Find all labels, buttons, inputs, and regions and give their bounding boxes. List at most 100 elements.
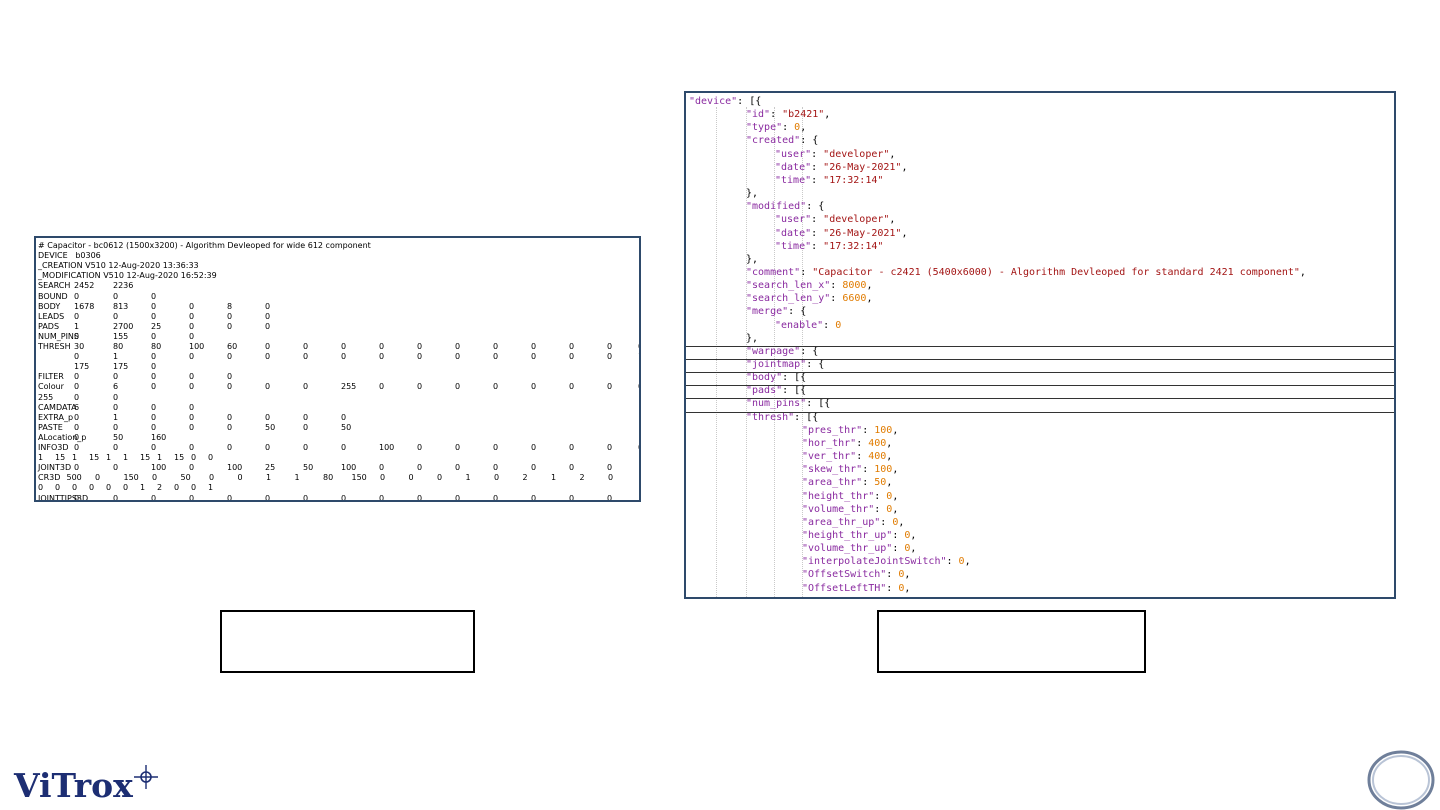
json-punct: , (904, 582, 911, 594)
legacy-field-value: 0 (303, 382, 309, 392)
json-punct: : [{ (806, 398, 831, 410)
legacy-field-value: 0 (494, 473, 500, 483)
legacy-field-value: 100 (341, 463, 357, 473)
legacy-line: PADS 1 2700 25 0 0 0 (38, 322, 638, 332)
legacy-field-value: 2 (522, 473, 528, 483)
legacy-field-value: 0 (341, 493, 347, 502)
legacy-field-value: 0 (151, 291, 157, 301)
json-string: "26-May-2021" (823, 161, 902, 173)
legacy-field-name: BOUND (38, 291, 68, 301)
json-key: "search_len_x" (746, 280, 831, 292)
legacy-field-value: 0 (113, 372, 119, 382)
legacy-line: LEADS 0 0 0 0 0 0 (38, 312, 638, 322)
json-punct: , (904, 569, 911, 581)
json-punct: : (886, 582, 899, 594)
legacy-field-value: 0 (74, 422, 80, 432)
legacy-field-value: 0 (303, 493, 309, 502)
json-line: "device": [{ (689, 95, 761, 108)
json-line: "ver_thr": 400, (802, 450, 892, 463)
legacy-field-value: 0 (72, 483, 78, 493)
json-punct: : [{ (737, 96, 762, 107)
legacy-field-value: 0 (493, 463, 499, 473)
json-line: }, (746, 253, 758, 266)
legacy-line: 255 0 0 (38, 393, 638, 403)
legacy-field-value: 0 (74, 372, 80, 382)
legacy-field-value: 150 (351, 473, 367, 483)
json-key: "time" (775, 240, 812, 252)
legacy-field-value: 0 (379, 352, 385, 362)
circle-emblem-icon (1367, 750, 1435, 810)
json-punct: }, (746, 332, 759, 344)
json-punct: , (892, 424, 899, 436)
json-key: "thresh" (746, 411, 795, 423)
json-key: "area_thr" (802, 477, 863, 489)
legacy-field-value: 0 (227, 372, 233, 382)
json-key: "modified" (746, 201, 807, 213)
legacy-field-value: 0 (227, 321, 233, 331)
legacy-field-value: 0 (227, 382, 233, 392)
legacy-field-value: 0 (607, 382, 613, 392)
legacy-field-value: 0 (74, 443, 80, 452)
json-punct: : [{ (794, 411, 819, 423)
legacy-field-value: 6 (74, 402, 80, 412)
json-key: "area_thr_up" (802, 516, 881, 528)
legacy-line: _MODIFICATION V510 12-Aug-2020 16:52:39 (38, 271, 638, 281)
legacy-text: DEVICE b0306 (38, 251, 101, 261)
legacy-field-value: 0 (151, 301, 157, 311)
json-key: "interpolateJointSwitch" (802, 556, 947, 568)
json-line: "id": "b2421", (746, 108, 830, 121)
json-punct: : (862, 477, 875, 489)
json-punct: : (811, 174, 824, 186)
json-punct: , (910, 529, 917, 541)
legacy-field-name: ALocation_p (38, 432, 87, 442)
legacy-field-value: 0 (189, 463, 195, 473)
legacy-field-value: 1 (72, 453, 78, 463)
legacy-field-value: 1 (113, 352, 119, 362)
legacy-field-value: 0 (380, 473, 386, 483)
legacy-field-value: 0 (638, 382, 639, 392)
json-key: "search_len_y" (746, 293, 831, 305)
legacy-line: SEARCH 2452 2236 (38, 281, 638, 291)
legacy-field-value: 0 (113, 402, 119, 412)
json-punct: : (811, 240, 824, 252)
legacy-recipe-panel: # Capacitor - bc0612 (1500x3200) - Algor… (34, 236, 641, 502)
legacy-field-value: 0 (151, 412, 157, 422)
json-punct: : { (800, 345, 819, 357)
legacy-field-value: 0 (189, 372, 195, 382)
legacy-field-value: 1 (123, 453, 129, 463)
legacy-field-name: THRESH (38, 342, 71, 351)
json-punct: : { (806, 359, 825, 370)
legacy-text: _CREATION V510 12-Aug-2020 13:36:33 (38, 261, 199, 271)
legacy-field-value: 0 (151, 352, 157, 362)
json-string: "developer" (823, 148, 890, 160)
legacy-field-value: 0 (113, 463, 119, 473)
json-punct: : { (806, 201, 825, 213)
json-punct: , (866, 293, 873, 305)
json-punct: : { (788, 306, 807, 318)
legacy-field-value: 0 (189, 382, 195, 392)
legacy-field-value: 0 (151, 443, 157, 452)
json-string: "b2421" (782, 109, 825, 121)
legacy-line: JOINTTIPS3D 0 0 0 0 0 0 0 0 0 0 0 0 0 0 0 (38, 493, 638, 502)
json-punct: : (856, 451, 869, 463)
legacy-field-name: 255 (38, 392, 54, 402)
json-number: 0 (835, 319, 842, 331)
legacy-field-value: 0 (123, 483, 129, 493)
json-key: "ver_thr" (802, 451, 857, 463)
legacy-field-value: 0 (531, 493, 537, 502)
legacy-field-value: 0 (174, 483, 180, 493)
vitrox-logo-text: ViTrox (14, 766, 133, 805)
legacy-line: BODY 1678 813 0 0 8 0 (38, 302, 638, 312)
legacy-field-value: 0 (303, 422, 309, 432)
legacy-field-value: 0 (74, 311, 80, 321)
section-divider (686, 372, 1394, 374)
json-punct: : [{ (782, 385, 807, 397)
json-key: "OffsetSwitch" (802, 569, 887, 581)
json-punct: , (886, 437, 893, 449)
json-key: "warpage" (746, 345, 801, 357)
legacy-field-value: 0 (379, 382, 385, 392)
legacy-field-value: 1 (74, 321, 80, 331)
legacy-field-value: 0 (74, 432, 80, 442)
legacy-field-value: 0 (455, 342, 461, 351)
legacy-field-value: 0 (455, 443, 461, 452)
